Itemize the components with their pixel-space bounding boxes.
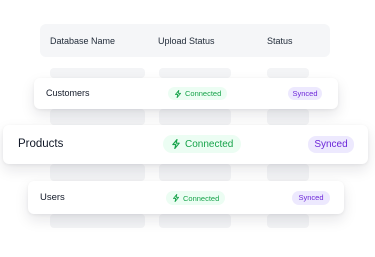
table-row[interactable]: Users Connected Synced [28, 181, 344, 214]
column-header-upload-status: Upload Status [158, 36, 215, 46]
placeholder-bar [267, 109, 309, 125]
placeholder-bar [267, 68, 309, 78]
placeholder-bar [159, 109, 231, 125]
connected-label: Connected [185, 138, 234, 150]
database-table-illustration: Database Name Upload Status Status Custo… [0, 0, 375, 257]
placeholder-bar [267, 164, 309, 181]
placeholder-bar [50, 164, 145, 181]
placeholder-bar [50, 214, 145, 228]
synced-badge: Synced [292, 191, 330, 205]
connected-status-pill: Connected [163, 135, 242, 153]
column-header-status: Status [267, 36, 293, 46]
table-row[interactable]: Customers Connected Synced [34, 78, 338, 109]
lightning-bolt-icon [175, 89, 181, 98]
connected-status-pill: Connected [166, 191, 226, 205]
placeholder-bar [159, 214, 231, 228]
connected-label: Connected [183, 193, 220, 203]
column-header-database-name: Database Name [50, 36, 116, 46]
placeholder-bar [50, 109, 145, 125]
placeholder-bar [159, 164, 231, 181]
placeholder-bar [159, 68, 231, 78]
table-header: Database Name Upload Status Status [40, 24, 330, 57]
database-name: Products [18, 138, 64, 150]
synced-badge: Synced [308, 136, 354, 153]
table-row[interactable]: Products Connected Synced [3, 125, 368, 164]
connected-status-pill: Connected [168, 87, 228, 100]
lightning-bolt-icon [172, 139, 180, 149]
lightning-bolt-icon [173, 194, 179, 202]
synced-badge: Synced [288, 87, 322, 100]
connected-label: Connected [185, 89, 222, 98]
database-name: Customers [46, 88, 90, 98]
placeholder-bar [50, 68, 145, 78]
placeholder-bar [267, 214, 309, 228]
database-name: Users [40, 192, 65, 203]
